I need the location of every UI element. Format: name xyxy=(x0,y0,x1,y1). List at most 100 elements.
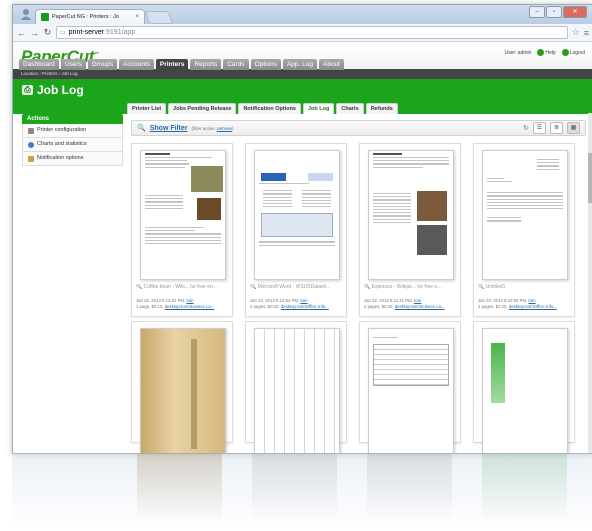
list-view-icon[interactable]: ☰ xyxy=(533,122,546,134)
job-thumbnail[interactable] xyxy=(254,150,340,280)
breadcrumb: Location › Printers › Job Log xyxy=(13,69,592,79)
job-meta: Jan 22, 2013 6:11:41 PM, tom 2 pages, $0.… xyxy=(364,298,445,309)
sidebar-item-printer-configuration[interactable]: Printer configuration xyxy=(22,124,123,138)
job-card[interactable] xyxy=(245,321,347,453)
job-thumbnail[interactable] xyxy=(368,328,454,453)
job-caption: 🔍 Microsoft Word - WSUSDatash... xyxy=(250,284,331,290)
detail-view-icon[interactable]: ≣ xyxy=(550,122,563,134)
job-user-link[interactable]: tom xyxy=(528,298,535,303)
logout-icon xyxy=(561,49,569,56)
close-tab-icon[interactable]: × xyxy=(135,14,139,20)
browser-tab[interactable]: PaperCut NG : Printers : Jo × xyxy=(35,9,145,24)
address-bar[interactable]: ▭ print-server:9191/app xyxy=(56,26,568,39)
main-content: Actions Printer configuration Charts and… xyxy=(13,114,592,453)
job-user-link[interactable]: tom xyxy=(186,298,193,303)
subtab-refunds[interactable]: Refunds xyxy=(365,103,398,114)
nav-tab-dashboard[interactable]: Dashboard xyxy=(19,59,59,70)
browser-menu-icon[interactable]: ≡ xyxy=(584,28,589,38)
user-label: User: admin xyxy=(504,49,532,56)
job-caption: 🔍 Espresso - Wikipe... he free e... xyxy=(364,284,442,290)
help-icon xyxy=(537,49,545,56)
new-tab-button[interactable] xyxy=(144,11,174,24)
job-card[interactable] xyxy=(131,321,233,453)
back-arrow-icon[interactable]: ← xyxy=(17,28,26,38)
scrollbar-thumb[interactable] xyxy=(588,153,592,203)
browser-window: PaperCut NG : Printers : Jo × – ▫ ✕ ← → … xyxy=(12,4,592,454)
subtab-notification-options[interactable]: Notification Options xyxy=(238,103,301,114)
remove-filter-link[interactable]: remove xyxy=(217,126,232,131)
subtab-charts[interactable]: Charts xyxy=(336,103,364,114)
search-icon: 🔍 xyxy=(137,125,146,132)
forward-arrow-icon[interactable]: → xyxy=(30,28,39,38)
actions-sidebar: Actions Printer configuration Charts and… xyxy=(22,114,123,166)
job-thumbnail[interactable] xyxy=(254,328,340,453)
job-user-link[interactable]: tom xyxy=(414,298,421,303)
logout-link[interactable]: Logout xyxy=(561,49,585,56)
main-nav: Dashboard Users Groups Accounts Printers Repo… xyxy=(19,59,344,70)
job-card[interactable]: 🔍 Microsoft Word - WSUSDatash... Jan 22,… xyxy=(245,143,347,317)
job-card[interactable]: 🔍 Untitled1 Jan 22, 2013 6:10:50 PM, tom… xyxy=(473,143,575,317)
bookmark-star-icon[interactable]: ☆ xyxy=(572,27,580,38)
window-controls: – ▫ ✕ xyxy=(529,6,587,18)
grid-view-icon[interactable]: ▦ xyxy=(567,122,580,134)
close-window-icon[interactable]: ✕ xyxy=(563,6,587,18)
nav-tab-reports[interactable]: Reports xyxy=(190,59,222,70)
job-card[interactable] xyxy=(473,321,575,453)
help-link[interactable]: Help xyxy=(537,49,556,56)
nav-tab-groups[interactable]: Groups xyxy=(87,59,118,70)
nav-tab-accounts[interactable]: Accounts xyxy=(119,59,154,70)
app-header: PaperCut™ User: admin Help Logout Dashbo… xyxy=(13,42,592,70)
job-card[interactable] xyxy=(359,321,461,453)
page-header: ⎙ Job Log Printer List Jobs Pending Relea… xyxy=(13,79,592,114)
browser-toolbar: ← → ↻ ▭ print-server:9191/app ☆ ≡ xyxy=(13,24,592,42)
vertical-scrollbar[interactable] xyxy=(588,113,592,453)
maximize-icon[interactable]: ▫ xyxy=(546,6,562,18)
job-card[interactable]: 🔍 Espresso - Wikipe... he free e... Jan … xyxy=(359,143,461,317)
job-printer-link[interactable]: desktop-tom\Office Info... xyxy=(281,304,329,309)
job-meta: Jan 22, 2013 6:13:32 PM, tom 1 page, $0.1… xyxy=(136,298,215,309)
papercut-favicon-icon xyxy=(41,13,49,21)
actions-header: Actions xyxy=(22,114,123,124)
job-thumbnail[interactable] xyxy=(368,150,454,280)
reload-icon[interactable]: ↻ xyxy=(43,27,52,38)
job-thumbnail[interactable] xyxy=(482,150,568,280)
nav-tab-cards[interactable]: Cards xyxy=(223,59,249,70)
job-user-link[interactable]: tom xyxy=(300,298,307,303)
notification-icon xyxy=(28,155,34,162)
browser-tab-title: PaperCut NG : Printers : Jo xyxy=(52,14,119,20)
sidebar-item-charts-and-statistics[interactable]: Charts and statistics xyxy=(22,138,123,152)
filter-bar: 🔍 Show Filter (filter active: remove) ↻ … xyxy=(131,120,586,136)
show-filter-link[interactable]: Show Filter xyxy=(150,125,188,132)
job-meta: Jan 22, 2013 6:10:50 PM, tom 2 pages, $0.… xyxy=(478,298,557,309)
sidebar-item-notification-options[interactable]: Notification options xyxy=(22,152,123,166)
sub-tabs: Printer List Jobs Pending Release Notifica… xyxy=(127,103,398,114)
chart-icon xyxy=(28,141,34,148)
refresh-icon[interactable]: ↻ xyxy=(523,124,529,132)
nav-tab-about[interactable]: About xyxy=(319,59,344,70)
printer-icon: ⎙ xyxy=(22,85,33,95)
job-printer-link[interactable]: desktop-tom\Science La... xyxy=(395,304,445,309)
job-thumbnail[interactable] xyxy=(140,328,226,453)
minimize-icon[interactable]: – xyxy=(529,6,545,18)
job-caption: 🔍 Untitled1 xyxy=(478,284,506,290)
user-bar: User: admin Help Logout xyxy=(504,49,585,56)
wrench-icon xyxy=(28,127,34,134)
nav-tab-options[interactable]: Options xyxy=(250,59,281,70)
job-printer-link[interactable]: desktop-tom\Office Info... xyxy=(509,304,557,309)
job-caption: 🔍 Coffee bean - Wiki... he free en... xyxy=(136,284,217,290)
page-title-text: Job Log xyxy=(37,83,84,97)
page-title: ⎙ Job Log xyxy=(22,83,84,97)
job-thumbnail[interactable] xyxy=(140,150,226,280)
subtab-printer-list[interactable]: Printer List xyxy=(127,103,167,114)
subtab-jobs-pending-release[interactable]: Jobs Pending Release xyxy=(168,103,237,114)
nav-tab-app-log[interactable]: App. Log xyxy=(282,59,317,70)
nav-tab-printers[interactable]: Printers xyxy=(155,59,189,70)
job-thumbnail[interactable] xyxy=(482,328,568,453)
job-printer-link[interactable]: desktop-tom\Science La... xyxy=(165,304,215,309)
nav-tab-users[interactable]: Users xyxy=(60,59,86,70)
subtab-job-log[interactable]: Job Log xyxy=(303,103,335,114)
job-card[interactable]: 🔍 Coffee bean - Wiki... he free en... Ja… xyxy=(131,143,233,317)
url-host: print-server xyxy=(68,29,105,36)
profile-icon[interactable] xyxy=(20,8,32,20)
url-path: :9191/app xyxy=(104,29,136,36)
